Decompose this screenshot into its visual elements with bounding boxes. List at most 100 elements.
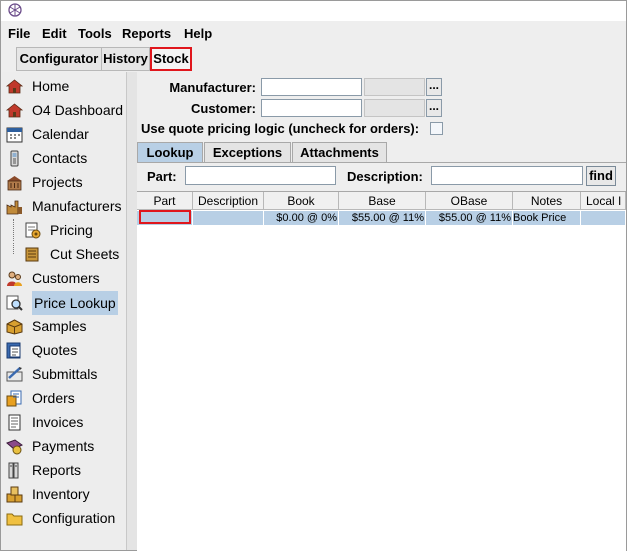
tab-configurator[interactable]: Configurator bbox=[16, 47, 102, 71]
sidebar-item-label: Customers bbox=[32, 270, 100, 286]
menu-reports[interactable]: Reports bbox=[122, 26, 171, 41]
customer-label: Customer: bbox=[190, 101, 256, 116]
cell-description[interactable] bbox=[193, 211, 264, 225]
tree-line bbox=[13, 243, 24, 254]
sidebar-item-label: Calendar bbox=[32, 126, 89, 142]
sidebar-item-contacts[interactable]: Contacts bbox=[5, 147, 123, 169]
cell-local[interactable] bbox=[581, 211, 626, 225]
sidebar-item-label: Projects bbox=[32, 174, 83, 190]
part-cell-highlight bbox=[139, 210, 191, 224]
sidebar-item-label: Samples bbox=[32, 318, 87, 334]
invoice-icon bbox=[8, 414, 21, 431]
sidebar-item-o4-dashboard[interactable]: O4 Dashboard bbox=[5, 99, 123, 121]
sidebar-item-projects[interactable]: Projects bbox=[5, 171, 123, 193]
tab-history[interactable]: History bbox=[101, 47, 150, 71]
lookup-tabs: Lookup Exceptions Attachments bbox=[137, 142, 626, 162]
menu-bar: File Edit Tools Reports Help bbox=[1, 23, 626, 45]
description-search-input[interactable] bbox=[431, 166, 583, 185]
sidebar-item-configuration[interactable]: Configuration bbox=[5, 507, 123, 529]
cell-obase[interactable]: $55.00 @ 11% bbox=[426, 211, 513, 225]
customer-field[interactable] bbox=[261, 99, 362, 117]
house-icon bbox=[6, 79, 23, 94]
sidebar-item-manufacturers[interactable]: Manufacturers bbox=[5, 195, 123, 217]
column-header-book[interactable]: Book bbox=[264, 192, 339, 210]
menu-edit[interactable]: Edit bbox=[42, 26, 67, 41]
sidebar-item-home[interactable]: Home bbox=[5, 75, 123, 97]
manufacturer-browse-button[interactable]: ... bbox=[426, 78, 442, 96]
pricing-icon bbox=[25, 222, 41, 239]
customer-code-field bbox=[364, 99, 425, 117]
sidebar-item-label: Payments bbox=[32, 438, 95, 454]
report-icon bbox=[8, 462, 19, 479]
sidebar-item-label: Configuration bbox=[32, 510, 116, 526]
calendar-icon bbox=[6, 127, 23, 143]
manufacturer-field[interactable] bbox=[261, 78, 362, 96]
sidebar-item-inventory[interactable]: Inventory bbox=[5, 483, 123, 505]
sidebar-nav: Home O4 Dashboard Calendar Contacts Proj… bbox=[2, 72, 126, 550]
sidebar-item-cut-sheets[interactable]: Cut Sheets bbox=[5, 243, 123, 265]
part-search-input[interactable] bbox=[185, 166, 336, 185]
tab-exceptions[interactable]: Exceptions bbox=[204, 142, 291, 162]
folder-icon bbox=[6, 513, 23, 526]
people-icon bbox=[7, 271, 22, 286]
sidebar-item-submittals[interactable]: Submittals bbox=[5, 363, 123, 385]
sidebar-item-reports[interactable]: Reports bbox=[5, 459, 123, 481]
sidebar-item-label: Manufacturers bbox=[32, 198, 122, 214]
magnifier-icon bbox=[6, 295, 23, 311]
sidebar-item-customers[interactable]: Customers bbox=[5, 267, 123, 289]
sidebar-item-label: Pricing bbox=[50, 222, 93, 238]
sidebar-item-pricing[interactable]: Pricing bbox=[5, 219, 123, 241]
orders-icon bbox=[6, 390, 22, 407]
sidebar-item-invoices[interactable]: Invoices bbox=[5, 411, 123, 433]
sidebar-item-label: Quotes bbox=[32, 342, 78, 358]
payment-icon bbox=[6, 439, 23, 455]
quote-logic-checkbox[interactable] bbox=[430, 122, 443, 135]
inventory-icon bbox=[6, 486, 23, 503]
sidebar-item-price-lookup[interactable]: Price Lookup bbox=[5, 291, 123, 315]
sidebar-item-quotes[interactable]: Quotes bbox=[5, 339, 123, 361]
sidebar-item-label: Invoices bbox=[32, 414, 84, 430]
sidebar-item-label: Contacts bbox=[32, 150, 88, 166]
app-logo-icon bbox=[8, 3, 22, 17]
box-icon bbox=[6, 319, 23, 335]
submittal-icon bbox=[6, 367, 23, 382]
title-bar bbox=[1, 1, 626, 21]
sidebar-item-samples[interactable]: Samples bbox=[5, 315, 123, 337]
customer-browse-button[interactable]: ... bbox=[426, 99, 442, 117]
tab-stock[interactable]: Stock bbox=[150, 47, 192, 71]
quote-icon bbox=[6, 342, 21, 359]
column-header-notes[interactable]: Notes bbox=[513, 192, 581, 210]
manufacturer-code-field bbox=[364, 78, 425, 96]
tab-lookup[interactable]: Lookup bbox=[137, 142, 203, 162]
description-label: Description: bbox=[347, 169, 423, 184]
sidebar-item-calendar[interactable]: Calendar bbox=[5, 123, 123, 145]
sidebar-item-label: Inventory bbox=[32, 486, 90, 502]
cell-notes[interactable]: Book Price bbox=[513, 211, 581, 225]
column-header-description[interactable]: Description bbox=[193, 192, 264, 210]
quote-logic-label: Use quote pricing logic (uncheck for ord… bbox=[141, 121, 420, 136]
cell-book[interactable]: $0.00 @ 0% bbox=[264, 211, 339, 225]
price-lookup-table: Part Description Book Base OBase Notes L… bbox=[137, 191, 626, 552]
document-stack-icon bbox=[25, 247, 39, 262]
app-window: File Edit Tools Reports Help Configurato… bbox=[0, 0, 627, 552]
part-label: Part: bbox=[147, 169, 177, 184]
find-button[interactable]: find bbox=[586, 166, 616, 186]
sidebar-item-label: Orders bbox=[32, 390, 75, 406]
menu-tools[interactable]: Tools bbox=[78, 26, 112, 41]
price-lookup-panel: Manufacturer: ... Customer: ... Use quot… bbox=[137, 72, 626, 552]
column-header-local[interactable]: Local I bbox=[581, 192, 626, 210]
sidebar-item-label: Price Lookup bbox=[32, 291, 118, 315]
column-header-part[interactable]: Part bbox=[137, 192, 193, 210]
sidebar-item-payments[interactable]: Payments bbox=[5, 435, 123, 457]
phone-icon bbox=[10, 150, 19, 167]
sidebar-item-orders[interactable]: Orders bbox=[5, 387, 123, 409]
cell-base[interactable]: $55.00 @ 11% bbox=[339, 211, 426, 225]
tab-attachments[interactable]: Attachments bbox=[292, 142, 387, 162]
tree-line bbox=[13, 219, 24, 241]
sidebar-item-label: Cut Sheets bbox=[50, 246, 120, 262]
manufacturer-label: Manufacturer: bbox=[169, 80, 256, 95]
menu-help[interactable]: Help bbox=[184, 26, 212, 41]
menu-file[interactable]: File bbox=[8, 26, 30, 41]
column-header-obase[interactable]: OBase bbox=[426, 192, 513, 210]
column-header-base[interactable]: Base bbox=[339, 192, 426, 210]
